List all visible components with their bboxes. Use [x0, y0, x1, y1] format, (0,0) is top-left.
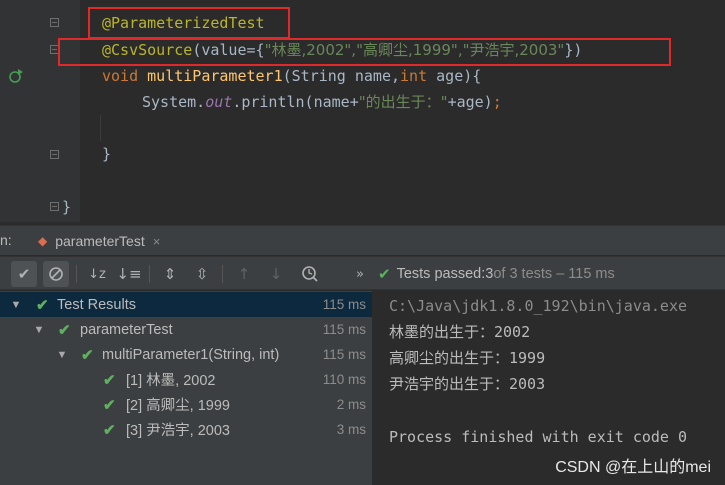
method-name: multiParameter1 — [147, 67, 283, 85]
console-command-line: C:\Java\jdk1.8.0_192\bin\java.exe — [389, 297, 688, 315]
console-output-line: 高卿尘的出生于：1999 — [389, 349, 546, 367]
code-text: System. — [142, 93, 206, 111]
run-test-gutter-icon[interactable] — [8, 68, 24, 84]
semicolon: ; — [492, 93, 502, 111]
check-icon[interactable]: ✔ — [11, 261, 37, 287]
tree-row-label: Test Results — [57, 296, 136, 313]
check-icon: ✔ — [103, 371, 116, 389]
code-text: +age) — [447, 93, 493, 111]
close-icon[interactable]: × — [153, 234, 161, 249]
tree-row-time: 115 ms — [322, 322, 366, 337]
brace: } — [62, 198, 72, 216]
toolbar-separator — [149, 265, 150, 283]
fold-marker-icon[interactable] — [50, 18, 59, 27]
tree-row-multi-parameter[interactable]: ▼ ✔ multiParameter1(String, int) 115 ms — [0, 342, 372, 367]
sort-duration-icon[interactable]: ↓≡ — [116, 261, 142, 287]
passed-check-icon: ✔ — [378, 266, 391, 283]
check-icon: ✔ — [58, 321, 71, 339]
console-output-line: 林墨的出生于：2002 — [389, 323, 531, 341]
editor-gutter — [0, 0, 80, 222]
check-icon: ✔ — [103, 396, 116, 414]
tree-row-case-1[interactable]: ✔ [1] 林墨, 2002 110 ms — [0, 367, 372, 392]
watermark: CSDN @在上山的mei — [555, 459, 711, 476]
tree-row-time: 115 ms — [322, 347, 366, 362]
keyword-void: void — [102, 67, 148, 85]
status-count: 3 — [485, 266, 494, 282]
code-line-close-class: } — [62, 194, 71, 220]
brace: } — [102, 145, 112, 163]
fold-marker-icon[interactable] — [50, 150, 59, 159]
chevron-down-icon[interactable]: ▼ — [10, 299, 22, 311]
down-arrow-icon[interactable]: ↓ — [263, 261, 289, 287]
collapse-all-icon[interactable]: ⇳ — [189, 261, 215, 287]
console-output-line: 尹浩宇的出生于：2003 — [389, 375, 546, 393]
run-config-icon: ◆ — [38, 234, 48, 248]
method-params: (String name, — [282, 67, 401, 85]
test-results-tree[interactable]: ▼ ✔ Test Results 115 ms ▼ ✔ parameterTes… — [0, 291, 372, 485]
tree-row-case-3[interactable]: ✔ [3] 尹浩宇, 2003 3 ms — [0, 417, 372, 442]
check-icon: ✔ — [36, 296, 49, 314]
code-line-method-signature: void multiParameter1(String name,int age… — [102, 63, 481, 89]
run-tool-window-header: n: ◆ parameterTest × — [0, 225, 725, 255]
tree-row-label: [2] 高卿尘, 1999 — [126, 398, 230, 414]
sort-alpha-icon[interactable]: ↓z — [84, 261, 110, 287]
history-icon[interactable] — [297, 261, 323, 287]
tree-row-parameter-test[interactable]: ▼ ✔ parameterTest 115 ms — [0, 317, 372, 342]
status-detail: of 3 tests – 115 ms — [493, 266, 615, 282]
code-line-close-method: } — [102, 141, 111, 167]
tree-row-label: multiParameter1(String, int) — [102, 346, 280, 363]
test-runner-toolbar: ✔ ↓z ↓≡ ⇕ ⇳ ↑ ↓ » ✔ Tests passed: 3 of 3… — [0, 256, 725, 290]
tree-row-time: 115 ms — [322, 297, 366, 312]
indent-guide — [100, 115, 101, 141]
tree-row-case-2[interactable]: ✔ [2] 高卿尘, 1999 2 ms — [0, 392, 372, 417]
stop-icon[interactable] — [43, 261, 69, 287]
run-label: n: — [0, 232, 12, 248]
keyword-int: int — [400, 67, 428, 85]
check-icon: ✔ — [103, 421, 116, 439]
tree-row-time: 110 ms — [322, 372, 366, 387]
tree-row-label: parameterTest — [80, 321, 173, 338]
code-text: .println(name+ — [232, 93, 359, 111]
up-arrow-icon[interactable]: ↑ — [231, 261, 257, 287]
console-exit-line: Process finished with exit code 0 — [389, 428, 688, 446]
chevron-down-icon[interactable]: ▼ — [33, 324, 45, 336]
code-editor[interactable]: @ParameterizedTest @CsvSource(value={"林墨… — [0, 0, 725, 222]
check-icon: ✔ — [81, 346, 94, 364]
fold-marker-icon[interactable] — [50, 202, 59, 211]
toolbar-separator — [222, 265, 223, 283]
tree-row-label: [3] 尹浩宇, 2003 — [126, 423, 230, 439]
test-status: ✔ Tests passed: 3 of 3 tests – 115 ms — [378, 257, 615, 291]
chevron-down-icon[interactable]: ▼ — [56, 349, 68, 361]
tab-parameter-test[interactable]: ◆ parameterTest × — [30, 226, 168, 256]
tree-row-time: 2 ms — [336, 397, 366, 412]
static-field-out: out — [205, 93, 233, 111]
method-params: age){ — [427, 67, 482, 85]
toolbar-separator — [76, 265, 77, 283]
tree-row-test-results[interactable]: ▼ ✔ Test Results 115 ms — [0, 292, 372, 317]
highlight-box-annotation — [88, 7, 290, 39]
string-literal: "的出生于：" — [358, 93, 448, 111]
tree-row-time: 3 ms — [336, 422, 366, 437]
expand-all-icon[interactable]: ⇕ — [157, 261, 183, 287]
tree-row-label: [1] 林墨, 2002 — [126, 373, 216, 389]
status-passed-label: Tests passed: — [396, 266, 486, 282]
tab-label: parameterTest — [55, 233, 145, 249]
more-icon[interactable]: » — [347, 261, 373, 287]
highlight-box-csv-source — [58, 38, 671, 66]
code-line-println: System.out.println(name+"的出生于："+age); — [142, 89, 502, 115]
